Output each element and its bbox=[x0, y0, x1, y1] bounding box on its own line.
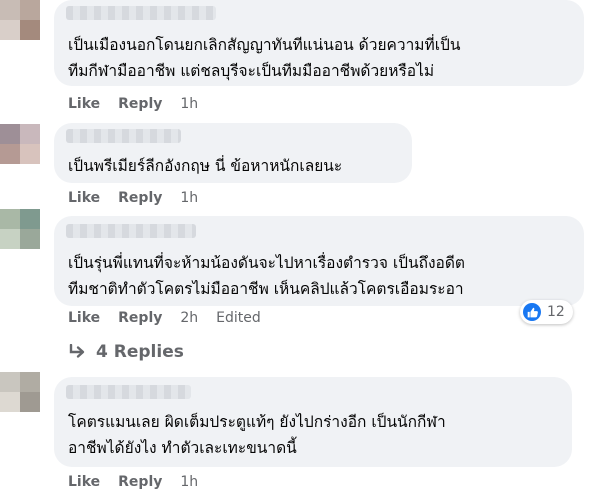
commenter-name[interactable] bbox=[66, 385, 191, 399]
avatar[interactable] bbox=[0, 209, 40, 249]
comment-text-line: โคตรแมนเลย ผิดเต็มประตูแท้ๆ ยังไปกร่างอี… bbox=[68, 413, 446, 431]
comment-text-line: ทีมกีฬามืออาชีพ แต่ชลบุรีจะเป็นทีมมืออาช… bbox=[68, 62, 435, 80]
avatar-pixel bbox=[20, 392, 40, 412]
view-replies-button[interactable]: 4 Replies bbox=[68, 342, 184, 362]
comment-actions: Like Reply 2h Edited bbox=[68, 310, 261, 326]
comment-bubble: โคตรแมนเลย ผิดเต็มประตูแท้ๆ ยังไปกร่างอี… bbox=[54, 377, 572, 467]
like-button[interactable]: Like bbox=[68, 474, 100, 490]
avatar[interactable] bbox=[0, 124, 40, 164]
avatar[interactable] bbox=[0, 0, 40, 40]
reply-button[interactable]: Reply bbox=[118, 474, 162, 490]
commenter-name[interactable] bbox=[66, 6, 216, 20]
like-button[interactable]: Like bbox=[68, 96, 100, 112]
comment-text-line: เป็นรุ่นพี่แทนที่จะห้ามน้องดันจะไปหาเรื่… bbox=[68, 254, 465, 272]
reply-button[interactable]: Reply bbox=[118, 96, 162, 112]
avatar-pixel bbox=[0, 0, 20, 20]
avatar-pixel bbox=[0, 229, 20, 249]
commenter-name[interactable] bbox=[66, 129, 181, 143]
thumbs-up-icon bbox=[523, 303, 541, 321]
avatar-pixel bbox=[0, 209, 20, 229]
avatar-pixel bbox=[0, 124, 20, 144]
reply-arrow-icon bbox=[69, 344, 85, 358]
avatar-pixel bbox=[20, 209, 40, 229]
like-button[interactable]: Like bbox=[68, 190, 100, 206]
replies-label: 4 Replies bbox=[96, 342, 184, 362]
comment-bubble: เป็นพรีเมียร์ลีกอังกฤษ นี่ ข้อหาหนักเลยน… bbox=[54, 123, 412, 183]
avatar-pixel bbox=[0, 20, 20, 40]
avatar-pixel bbox=[20, 144, 40, 164]
commenter-name[interactable] bbox=[66, 224, 196, 238]
like-button[interactable]: Like bbox=[68, 310, 100, 326]
avatar-pixel bbox=[20, 0, 40, 20]
comment-actions: Like Reply 1h bbox=[68, 474, 216, 490]
edited-label[interactable]: Edited bbox=[216, 310, 261, 326]
avatar-pixel bbox=[20, 372, 40, 392]
comment-actions: Like Reply 1h bbox=[68, 96, 216, 112]
reaction-count: 12 bbox=[547, 304, 565, 320]
avatar-pixel bbox=[0, 392, 20, 412]
comment-timestamp[interactable]: 2h bbox=[180, 310, 198, 326]
comment-timestamp[interactable]: 1h bbox=[180, 96, 198, 112]
reply-button[interactable]: Reply bbox=[118, 310, 162, 326]
avatar[interactable] bbox=[0, 372, 40, 412]
avatar-pixel bbox=[0, 144, 20, 164]
comment-text-line: เป็นเมืองนอกโดนยกเลิกสัญญาทันทีแน่นอน ด้… bbox=[68, 36, 461, 54]
comment-actions: Like Reply 1h bbox=[68, 190, 216, 206]
avatar-pixel bbox=[20, 229, 40, 249]
comment-text-line: อาชีพได้ยังไง ทำตัวเละเทะขนาดนี้ bbox=[68, 439, 297, 457]
comment-bubble: เป็นรุ่นพี่แทนที่จะห้ามน้องดันจะไปหาเรื่… bbox=[54, 216, 584, 306]
comment-text-line: เป็นพรีเมียร์ลีกอังกฤษ นี่ ข้อหาหนักเลยน… bbox=[68, 157, 343, 175]
avatar-pixel bbox=[0, 372, 20, 392]
comment-timestamp[interactable]: 1h bbox=[180, 190, 198, 206]
comment-text-line: ทีมชาติทำตัวโคตรไม่มืออาชีพ เห็นคลิปแล้ว… bbox=[68, 280, 464, 298]
comment-bubble: เป็นเมืองนอกโดนยกเลิกสัญญาทันทีแน่นอน ด้… bbox=[54, 0, 584, 86]
reaction-count-badge[interactable]: 12 bbox=[520, 300, 573, 324]
reply-button[interactable]: Reply bbox=[118, 190, 162, 206]
comment-timestamp[interactable]: 1h bbox=[180, 474, 198, 490]
avatar-pixel bbox=[20, 124, 40, 144]
avatar-pixel bbox=[20, 20, 40, 40]
